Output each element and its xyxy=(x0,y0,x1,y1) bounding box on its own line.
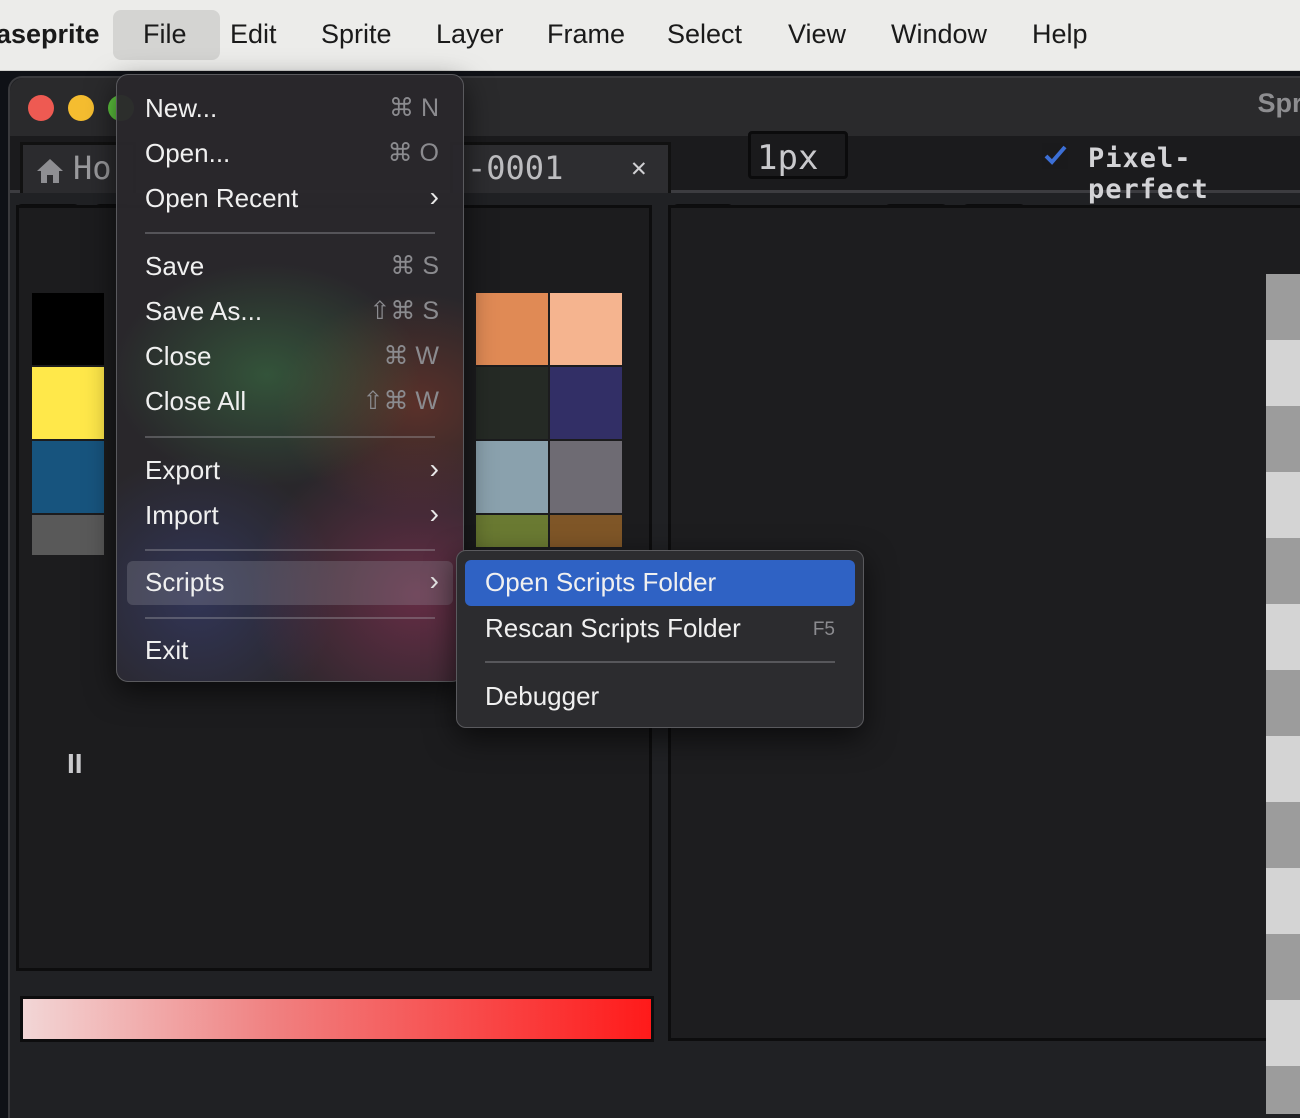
menu-item-new[interactable]: New... ⌘ N xyxy=(127,87,453,131)
chevron-right-icon: › xyxy=(429,453,439,484)
menu-sprite[interactable]: Sprite xyxy=(321,10,392,60)
palette-swatch[interactable] xyxy=(476,293,548,365)
menu-item-label: Open... xyxy=(145,138,231,168)
menu-item-label: Close xyxy=(145,341,212,371)
submenu-item-rescan-scripts-folder[interactable]: Rescan Scripts Folder F5 xyxy=(465,606,855,652)
palette-swatch[interactable] xyxy=(32,367,104,439)
menu-item-label: Save As... xyxy=(145,296,263,326)
menu-layer[interactable]: Layer xyxy=(436,10,504,60)
menu-separator xyxy=(145,617,435,619)
menu-item-import[interactable]: Import › xyxy=(127,494,453,538)
close-window-button[interactable] xyxy=(28,95,54,121)
menu-separator xyxy=(485,661,835,663)
file-menu: New... ⌘ N Open... ⌘ O Open Recent › Sav… xyxy=(116,74,464,682)
menu-view[interactable]: View xyxy=(788,10,846,60)
shortcut-label: ⇧⌘ W xyxy=(362,387,440,415)
shortcut-label: ⌘ W xyxy=(383,342,439,370)
menu-item-label: Export xyxy=(145,455,221,485)
color-bar[interactable] xyxy=(20,996,654,1042)
scripts-submenu: Open Scripts Folder Rescan Scripts Folde… xyxy=(456,550,864,728)
menu-item-label: New... xyxy=(145,93,218,123)
palette-swatch[interactable] xyxy=(32,293,104,365)
menu-item-label: Open Scripts Folder xyxy=(485,567,717,597)
menu-item-label: Save xyxy=(145,251,205,281)
palette-swatch[interactable] xyxy=(476,515,548,547)
menu-item-close-all[interactable]: Close All ⇧⌘ W xyxy=(127,380,453,424)
palette-swatch[interactable] xyxy=(476,367,548,439)
palette-swatch[interactable] xyxy=(550,367,622,439)
menu-item-export[interactable]: Export › xyxy=(127,449,453,493)
shortcut-label: ⌘ O xyxy=(387,139,439,167)
pixel-perfect-label: Pixel-perfect xyxy=(1088,143,1209,205)
palette-swatch[interactable] xyxy=(32,441,104,513)
shortcut-label: ⇧⌘ S xyxy=(369,297,439,325)
menu-item-label: Open Recent xyxy=(145,183,299,213)
palette-swatch[interactable] xyxy=(550,441,622,513)
pause-icon[interactable]: II xyxy=(67,748,83,780)
submenu-item-open-scripts-folder[interactable]: Open Scripts Folder xyxy=(465,560,855,606)
palette-swatch[interactable] xyxy=(32,515,104,555)
canvas-checkerboard xyxy=(1266,274,1300,1114)
menu-separator xyxy=(145,232,435,234)
menu-item-open[interactable]: Open... ⌘ O xyxy=(127,132,453,176)
window-title: Spri xyxy=(1257,88,1300,118)
chevron-right-icon: › xyxy=(429,498,439,529)
pixel-perfect-checkbox[interactable] xyxy=(1040,141,1070,171)
menu-item-close[interactable]: Close ⌘ W xyxy=(127,335,453,379)
app-menu[interactable]: aseprite xyxy=(0,10,100,60)
menu-item-label: Close All xyxy=(145,386,247,416)
brush-size-field[interactable]: 1px xyxy=(748,131,848,179)
palette-swatch[interactable] xyxy=(550,293,622,365)
menu-item-scripts[interactable]: Scripts › xyxy=(127,561,453,605)
menu-select[interactable]: Select xyxy=(667,10,742,60)
palette-swatch[interactable] xyxy=(476,441,548,513)
menu-item-label: Exit xyxy=(145,635,189,665)
chevron-right-icon: › xyxy=(429,565,439,596)
menu-bar: aseprite File Edit Sprite Layer Frame Se… xyxy=(0,0,1300,71)
menu-item-label: Import xyxy=(145,500,219,530)
menu-help[interactable]: Help xyxy=(1032,10,1088,60)
menu-item-label: Debugger xyxy=(485,681,600,711)
shortcut-label: F5 xyxy=(812,619,835,640)
chevron-right-icon: › xyxy=(429,181,439,212)
submenu-item-debugger[interactable]: Debugger xyxy=(465,674,855,720)
menu-edit[interactable]: Edit xyxy=(230,10,277,60)
menu-item-save[interactable]: Save ⌘ S xyxy=(127,245,453,289)
tab-sprite-label: -0001 xyxy=(467,149,564,187)
menu-item-open-recent[interactable]: Open Recent › xyxy=(127,177,453,221)
home-icon xyxy=(35,155,65,193)
menu-file[interactable]: File xyxy=(143,10,187,60)
menu-separator xyxy=(145,436,435,438)
menu-item-exit[interactable]: Exit xyxy=(127,629,453,673)
menu-item-label: Rescan Scripts Folder xyxy=(485,613,741,643)
menu-frame[interactable]: Frame xyxy=(547,10,625,60)
minimize-window-button[interactable] xyxy=(68,95,94,121)
menu-separator xyxy=(145,549,435,551)
menu-window[interactable]: Window xyxy=(891,10,987,60)
shortcut-label: ⌘ N xyxy=(389,94,439,122)
tab-sprite[interactable]: -0001 ✕ xyxy=(450,142,671,193)
menu-item-label: Scripts xyxy=(145,567,225,597)
palette-swatch[interactable] xyxy=(550,515,622,547)
shortcut-label: ⌘ S xyxy=(390,252,439,280)
menu-item-save-as[interactable]: Save As... ⇧⌘ S xyxy=(127,290,453,334)
tab-close-icon[interactable]: ✕ xyxy=(631,153,647,183)
tab-home-label: Ho xyxy=(73,149,112,187)
